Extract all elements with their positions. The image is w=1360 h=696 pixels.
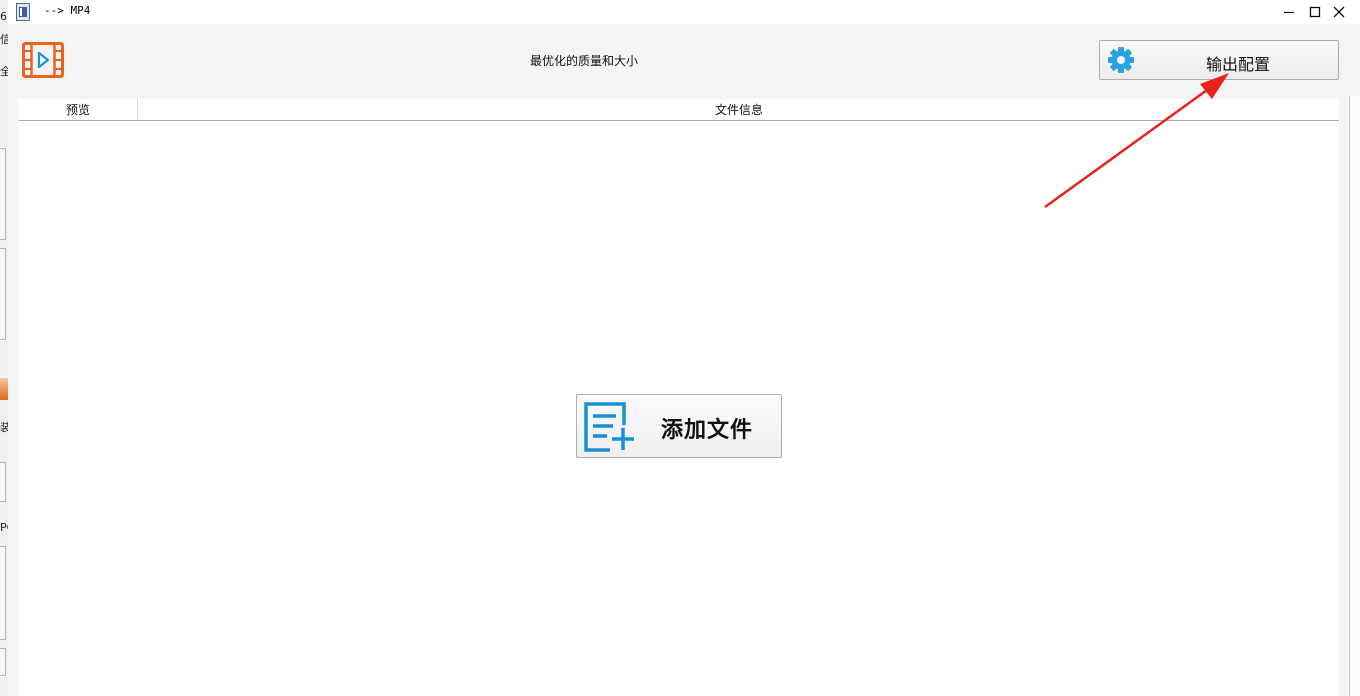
title-bar: --> MP4 bbox=[8, 0, 1360, 24]
add-file-button[interactable]: 添加文件 bbox=[576, 394, 782, 458]
minimize-button[interactable] bbox=[1278, 2, 1300, 22]
output-settings-label: 输出配置 bbox=[1205, 55, 1270, 74]
maximize-icon bbox=[1309, 6, 1321, 18]
window-title: --> MP4 bbox=[44, 4, 91, 17]
strip-panel bbox=[0, 546, 6, 640]
header-subtitle: 最优化的质量和大小 bbox=[529, 54, 638, 68]
add-file-icon bbox=[584, 402, 634, 452]
background-window-strip: 6 信 全 装 PC bbox=[0, 0, 8, 696]
column-header-preview[interactable]: 预览 bbox=[19, 99, 138, 120]
strip-panel bbox=[0, 648, 6, 676]
minimize-icon bbox=[1284, 11, 1294, 14]
maximize-button[interactable] bbox=[1304, 2, 1326, 22]
strip-glyph: 6 bbox=[0, 10, 7, 23]
app-window: 6 信 全 装 PC --> MP4 bbox=[0, 0, 1360, 696]
strip-glyph: 装 bbox=[0, 421, 8, 434]
header: 最优化的质量和大小 输出配置 bbox=[8, 24, 1360, 98]
app-file-icon bbox=[16, 3, 30, 21]
gear-icon bbox=[1108, 47, 1134, 73]
strip-thumbnail bbox=[0, 378, 8, 400]
strip-panel bbox=[0, 462, 6, 502]
add-file-label: 添加文件 bbox=[661, 417, 754, 443]
background-window-edge bbox=[1349, 96, 1360, 696]
output-settings-button[interactable]: 输出配置 bbox=[1099, 40, 1339, 80]
strip-panel bbox=[0, 148, 6, 240]
strip-glyph: PC bbox=[0, 521, 8, 534]
close-icon bbox=[1333, 6, 1345, 18]
list-header: 预览 文件信息 bbox=[19, 99, 1339, 121]
strip-glyph: 全 bbox=[0, 65, 8, 78]
strip-panel bbox=[0, 248, 6, 340]
close-button[interactable] bbox=[1328, 2, 1350, 22]
file-list[interactable]: 预览 文件信息 添加文件 bbox=[19, 99, 1339, 696]
column-header-file-info[interactable]: 文件信息 bbox=[139, 99, 1339, 120]
strip-glyph: 信 bbox=[0, 33, 8, 46]
